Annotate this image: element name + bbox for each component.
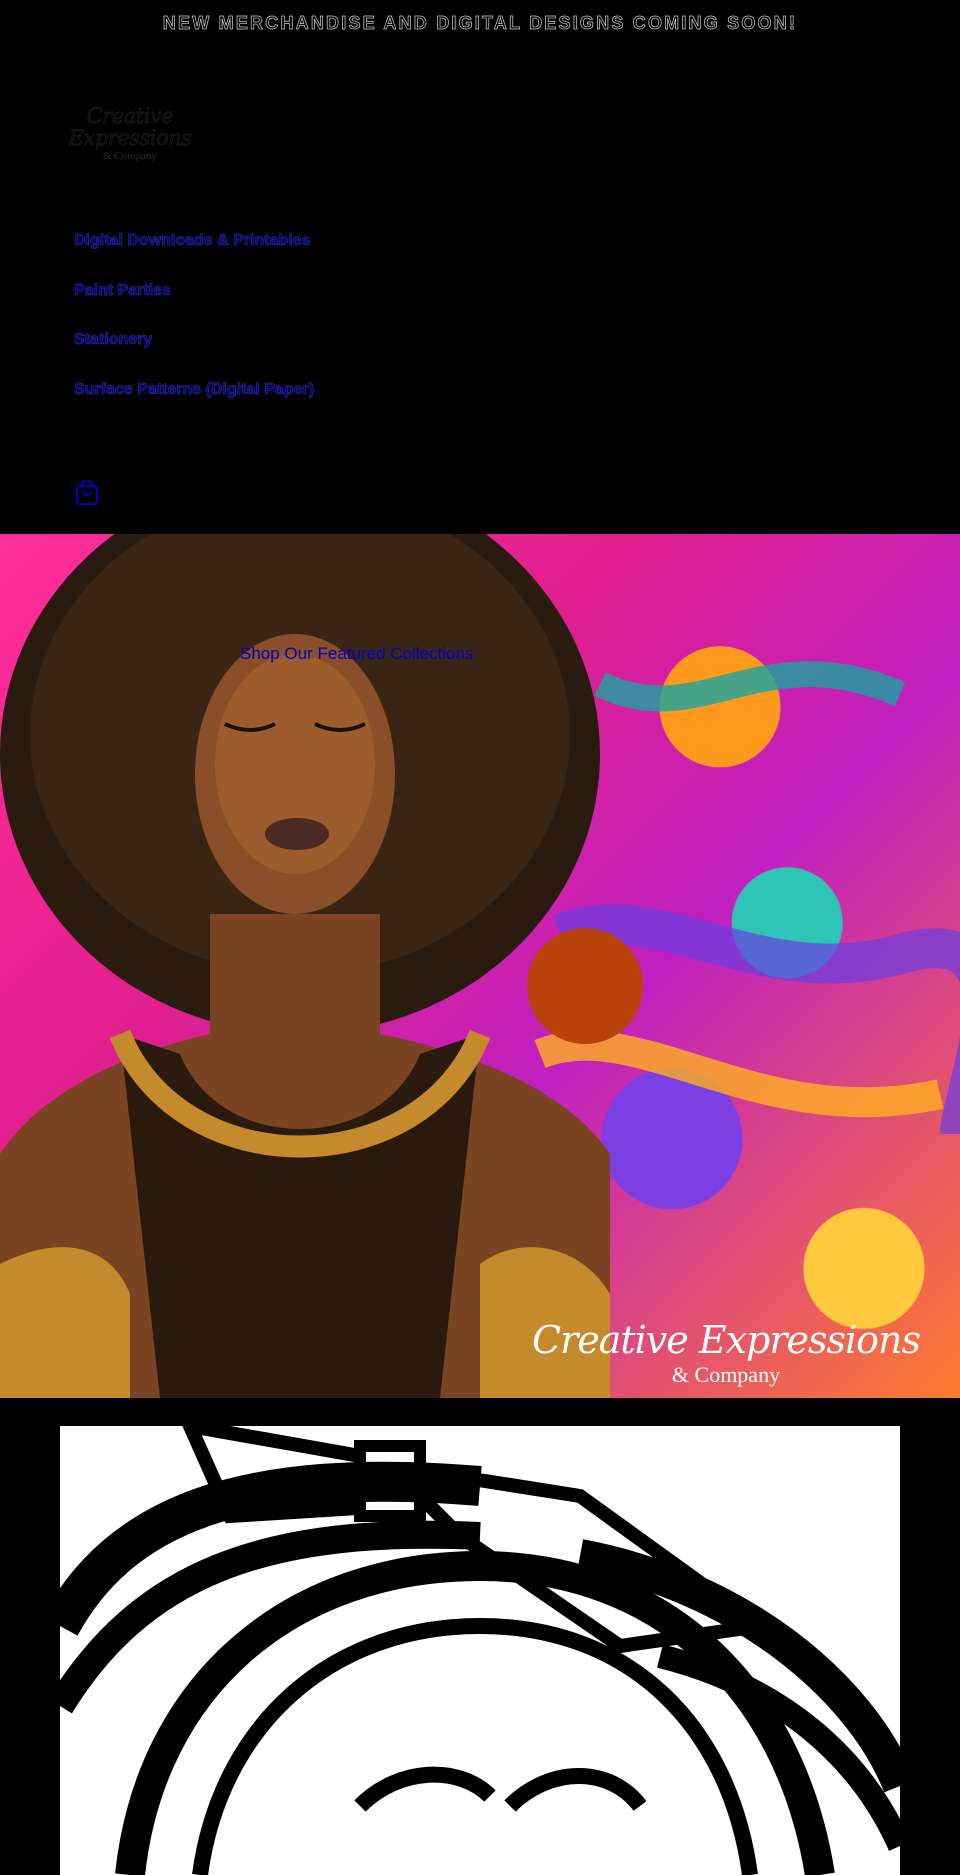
announcement-bar: NEW MERCHANDISE AND DIGITAL DESIGNS COMI…	[0, 0, 960, 46]
coloring-artwork	[60, 1426, 900, 1875]
store-logo[interactable]: Creative Expressions & Company	[60, 104, 200, 162]
watermark-subtitle: & Company	[671, 1362, 781, 1387]
hero-artwork	[0, 534, 960, 1398]
logo-title: Creative Expressions	[68, 104, 192, 150]
nav-item-digital-downloads[interactable]: Digital Downloads & Printables	[74, 225, 314, 275]
announcement-text: NEW MERCHANDISE AND DIGITAL DESIGNS COMI…	[162, 12, 798, 33]
nav-item-paint-parties[interactable]: Paint Parties	[74, 275, 314, 325]
logo-subtitle: & Company	[102, 150, 158, 162]
shop-featured-collections-link[interactable]: Shop Our Featured Collections	[240, 644, 473, 664]
main-navigation: Digital Downloads & Printables Paint Par…	[74, 225, 315, 424]
shopping-bag-icon	[76, 479, 98, 505]
cart-button[interactable]	[74, 479, 100, 506]
nav-item-surface-patterns[interactable]: Surface Patterns (Digital Paper)	[74, 374, 315, 424]
hero-watermark: Creative Expressions & Company	[532, 1318, 921, 1388]
coloring-page-image	[60, 1426, 900, 1875]
nav-item-stationery[interactable]: Stationery	[74, 324, 314, 374]
watermark-title: Creative Expressions	[532, 1318, 921, 1362]
hero-banner: Shop Our Featured Collections Creative E…	[0, 534, 960, 1398]
